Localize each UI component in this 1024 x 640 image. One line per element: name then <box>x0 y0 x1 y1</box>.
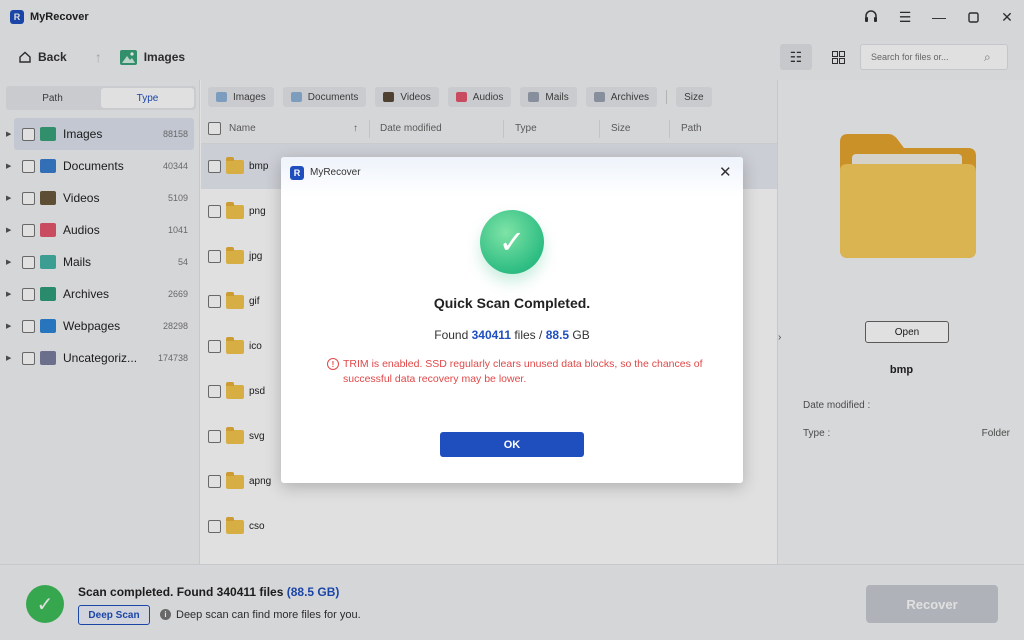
found-prefix: Found <box>434 328 469 342</box>
found-size-unit: GB <box>572 328 590 342</box>
found-files-word: files <box>514 328 536 342</box>
warning-icon: ! <box>327 358 339 370</box>
close-icon[interactable]: ✕ <box>719 163 732 181</box>
app-logo-icon: R <box>290 166 304 180</box>
trim-warning: TRIM is enabled. SSD regularly clears un… <box>343 358 703 385</box>
found-summary: Found 340411 files / 88.5 GB <box>281 328 743 342</box>
found-count: 340411 <box>471 328 511 342</box>
found-separator: / <box>539 328 543 342</box>
success-check-icon: ✓ <box>480 210 544 274</box>
dialog-title: MyRecover <box>310 167 361 178</box>
found-size: 88.5 <box>545 328 570 342</box>
dialog-heading: Quick Scan Completed. <box>433 295 591 311</box>
dialog-header: R MyRecover ✕ <box>281 157 743 197</box>
ok-button[interactable]: OK <box>440 432 584 457</box>
scan-complete-dialog: R MyRecover ✕ ✓ Quick Scan Completed. Fo… <box>281 157 743 483</box>
